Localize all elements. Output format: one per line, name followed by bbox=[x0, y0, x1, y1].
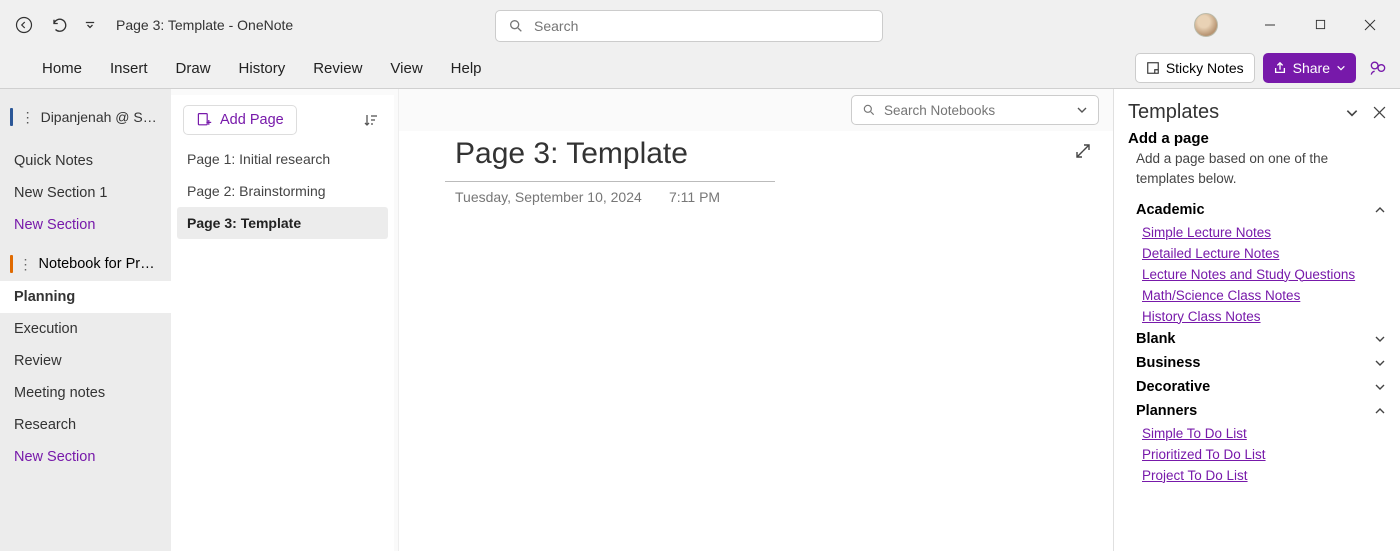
chevron-down-icon bbox=[1374, 357, 1386, 369]
template-link[interactable]: History Class Notes bbox=[1128, 306, 1386, 327]
titlebar: Page 3: Template - OneNote bbox=[0, 0, 1400, 49]
account-color-bar bbox=[10, 108, 13, 126]
share-icon bbox=[1273, 61, 1287, 75]
pages-column: Add Page Page 1: Initial researchPage 2:… bbox=[171, 89, 399, 551]
menubar: HomeInsertDrawHistoryReviewViewHelp Stic… bbox=[0, 49, 1400, 89]
template-category[interactable]: Business bbox=[1128, 351, 1386, 375]
drag-dots-icon: ⋮ bbox=[19, 256, 33, 273]
template-link[interactable]: Lecture Notes and Study Questions bbox=[1128, 264, 1386, 285]
section-item[interactable]: Research bbox=[0, 409, 171, 441]
template-link[interactable]: Simple To Do List bbox=[1128, 423, 1386, 444]
menu-item-view[interactable]: View bbox=[376, 54, 436, 83]
template-category-label: Blank bbox=[1136, 331, 1176, 347]
chevron-up-icon bbox=[1374, 405, 1386, 417]
add-page-icon bbox=[196, 112, 212, 128]
templates-pane: Templates Add a page Add a page based on… bbox=[1113, 89, 1400, 551]
share-button[interactable]: Share bbox=[1263, 53, 1356, 83]
account-selector[interactable]: ⋮ Dipanjenah @ Spiral... bbox=[4, 97, 167, 137]
section-item[interactable]: Execution bbox=[0, 313, 171, 345]
template-link[interactable]: Simple Lecture Notes bbox=[1128, 222, 1386, 243]
search-input[interactable] bbox=[534, 18, 870, 34]
template-category[interactable]: Blank bbox=[1128, 327, 1386, 351]
add-page-label: Add Page bbox=[220, 112, 284, 128]
back-button[interactable] bbox=[8, 9, 40, 41]
chevron-down-icon[interactable] bbox=[1076, 104, 1088, 116]
section-item[interactable]: New Section bbox=[0, 441, 171, 473]
template-link[interactable]: Prioritized To Do List bbox=[1128, 444, 1386, 465]
chevron-down-icon bbox=[1336, 63, 1346, 73]
add-page-button[interactable]: Add Page bbox=[183, 105, 297, 135]
undo-button[interactable] bbox=[44, 9, 76, 41]
template-link[interactable]: Detailed Lecture Notes bbox=[1128, 243, 1386, 264]
page-time: 7:11 PM bbox=[669, 189, 720, 205]
user-avatar[interactable] bbox=[1194, 13, 1218, 37]
minimize-button[interactable] bbox=[1248, 9, 1292, 41]
expand-canvas-button[interactable] bbox=[1075, 143, 1091, 159]
page-title[interactable]: Page 3: Template bbox=[455, 137, 688, 171]
page-item[interactable]: Page 2: Brainstorming bbox=[171, 175, 394, 207]
chevron-down-icon bbox=[1374, 381, 1386, 393]
account-label: Dipanjenah @ Spiral... bbox=[41, 109, 161, 125]
page-date: Tuesday, September 10, 2024 bbox=[455, 189, 642, 205]
section-item[interactable]: Review bbox=[0, 345, 171, 377]
menu-item-draw[interactable]: Draw bbox=[162, 54, 225, 83]
template-category-label: Academic bbox=[1136, 202, 1205, 218]
search-box[interactable] bbox=[495, 10, 883, 42]
template-link[interactable]: Project To Do List bbox=[1128, 465, 1386, 486]
sidebar-item[interactable]: Quick Notes bbox=[0, 145, 171, 177]
close-icon[interactable] bbox=[1373, 106, 1386, 119]
search-notebooks-input[interactable] bbox=[884, 103, 1068, 118]
menu-item-history[interactable]: History bbox=[225, 54, 300, 83]
templates-heading: Add a page bbox=[1128, 130, 1386, 147]
template-category[interactable]: Decorative bbox=[1128, 375, 1386, 399]
sort-button[interactable] bbox=[360, 109, 382, 131]
note-icon bbox=[1146, 61, 1160, 75]
copilot-button[interactable] bbox=[1364, 54, 1392, 82]
templates-title: Templates bbox=[1128, 101, 1219, 124]
search-notebooks-box[interactable] bbox=[851, 95, 1099, 125]
window-title: Page 3: Template - OneNote bbox=[116, 17, 293, 33]
menu-item-review[interactable]: Review bbox=[299, 54, 376, 83]
templates-description: Add a page based on one of the templates… bbox=[1136, 149, 1386, 190]
sidebar-item[interactable]: New Section 1 bbox=[0, 177, 171, 209]
title-underline bbox=[445, 181, 775, 182]
notebook-project[interactable]: ⋮ Notebook for Project A bbox=[0, 247, 171, 281]
template-category[interactable]: Planners bbox=[1128, 399, 1386, 423]
page-item[interactable]: Page 1: Initial research bbox=[171, 143, 394, 175]
canvas-top-bar bbox=[399, 89, 1113, 131]
template-category-label: Business bbox=[1136, 355, 1200, 371]
template-link[interactable]: Math/Science Class Notes bbox=[1128, 285, 1386, 306]
share-label: Share bbox=[1293, 60, 1330, 76]
titlebar-left: Page 3: Template - OneNote bbox=[8, 9, 293, 41]
maximize-button[interactable] bbox=[1298, 9, 1342, 41]
main: ⋮ Dipanjenah @ Spiral... Quick NotesNew … bbox=[0, 89, 1400, 551]
sidebar: ⋮ Dipanjenah @ Spiral... Quick NotesNew … bbox=[0, 89, 171, 551]
close-button[interactable] bbox=[1348, 9, 1392, 41]
sticky-notes-button[interactable]: Sticky Notes bbox=[1135, 53, 1255, 83]
drag-dots-icon: ⋮ bbox=[21, 109, 35, 126]
sidebar-item[interactable]: New Section bbox=[0, 209, 171, 241]
notebook-label: Notebook for Project A bbox=[39, 256, 161, 272]
template-category[interactable]: Academic bbox=[1128, 198, 1386, 222]
chevron-up-icon bbox=[1374, 204, 1386, 216]
template-category-label: Planners bbox=[1136, 403, 1197, 419]
chevron-down-icon[interactable] bbox=[1345, 106, 1359, 120]
canvas[interactable]: Page 3: Template Tuesday, September 10, … bbox=[399, 89, 1113, 551]
search-icon bbox=[862, 103, 876, 117]
sticky-notes-label: Sticky Notes bbox=[1166, 60, 1244, 76]
template-category-label: Decorative bbox=[1136, 379, 1210, 395]
titlebar-right bbox=[1194, 0, 1392, 49]
menu-item-home[interactable]: Home bbox=[28, 54, 96, 83]
quick-access-dropdown[interactable] bbox=[80, 9, 100, 41]
sort-icon bbox=[363, 112, 379, 128]
notebook-color-bar bbox=[10, 255, 13, 273]
menu-item-help[interactable]: Help bbox=[437, 54, 496, 83]
section-item[interactable]: Meeting notes bbox=[0, 377, 171, 409]
search-icon bbox=[508, 18, 524, 34]
menu-item-insert[interactable]: Insert bbox=[96, 54, 162, 83]
section-item[interactable]: Planning bbox=[0, 281, 171, 313]
chevron-down-icon bbox=[1374, 333, 1386, 345]
page-item[interactable]: Page 3: Template bbox=[177, 207, 388, 239]
menubar-right: Sticky Notes Share bbox=[1135, 53, 1392, 83]
